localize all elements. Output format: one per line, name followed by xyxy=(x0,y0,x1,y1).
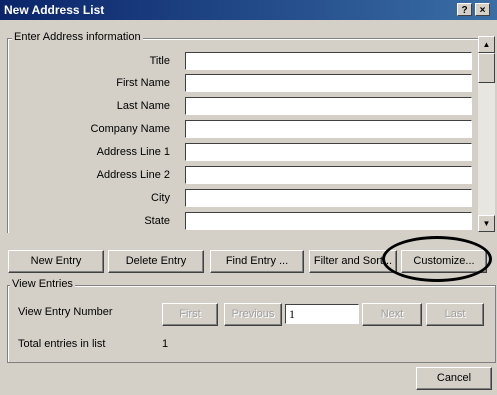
field-label: First Name xyxy=(116,77,170,89)
delete-entry-button[interactable]: Delete Entry xyxy=(108,250,204,273)
scroll-thumb[interactable] xyxy=(478,53,495,83)
field-label: City xyxy=(151,192,170,204)
title-bar: New Address List ? × xyxy=(0,0,497,20)
field-label: State xyxy=(144,215,170,227)
field-row-address-line-1: Address Line 1 xyxy=(0,143,478,163)
cancel-button[interactable]: Cancel xyxy=(416,367,492,390)
field-row-last-name: Last Name xyxy=(0,97,478,117)
field-row-city: City xyxy=(0,189,478,209)
previous-button[interactable]: Previous xyxy=(224,303,282,326)
state-input[interactable] xyxy=(185,212,472,230)
last-button[interactable]: Last xyxy=(426,303,484,326)
field-row-title: Title xyxy=(0,52,478,72)
total-entries-value: 1 xyxy=(162,338,169,350)
close-button[interactable]: × xyxy=(475,3,490,16)
first-button[interactable]: First xyxy=(162,303,218,326)
field-row-first-name: First Name xyxy=(0,74,478,94)
help-button[interactable]: ? xyxy=(457,3,472,16)
title-input[interactable] xyxy=(185,52,472,70)
field-row-address-line-2: Address Line 2 xyxy=(0,166,478,186)
last-name-input[interactable] xyxy=(185,97,472,115)
view-entries-label: View Entries xyxy=(10,278,75,290)
field-row-state: State xyxy=(0,212,478,232)
highlight-circle xyxy=(382,236,492,282)
address-line-1-input[interactable] xyxy=(185,143,472,161)
address-fields: Title First Name Last Name Company Name … xyxy=(0,48,478,232)
view-entry-number-label: View Entry Number xyxy=(18,306,113,318)
field-label: Address Line 2 xyxy=(96,169,170,181)
company-name-input[interactable] xyxy=(185,120,472,138)
field-label: Company Name xyxy=(90,123,170,135)
first-name-input[interactable] xyxy=(185,74,472,92)
scroll-up-arrow-icon[interactable]: ▲ xyxy=(478,36,495,53)
next-button[interactable]: Next xyxy=(362,303,422,326)
address-line-2-input[interactable] xyxy=(185,166,472,184)
field-label: Address Line 1 xyxy=(96,146,170,158)
address-group-label: Enter Address information xyxy=(12,31,143,43)
field-row-company-name: Company Name xyxy=(0,120,478,140)
field-label: Last Name xyxy=(116,100,170,112)
total-entries-label: Total entries in list xyxy=(18,338,106,350)
city-input[interactable] xyxy=(185,189,472,207)
find-entry-button[interactable]: Find Entry ... xyxy=(210,250,304,273)
field-label: Title xyxy=(149,55,170,67)
fields-scrollbar[interactable]: ▲ ▼ xyxy=(478,36,495,232)
window-title: New Address List xyxy=(4,3,105,17)
scroll-down-arrow-icon[interactable]: ▼ xyxy=(478,215,495,232)
new-entry-button[interactable]: New Entry xyxy=(8,250,104,273)
entry-number-input[interactable] xyxy=(285,304,359,324)
